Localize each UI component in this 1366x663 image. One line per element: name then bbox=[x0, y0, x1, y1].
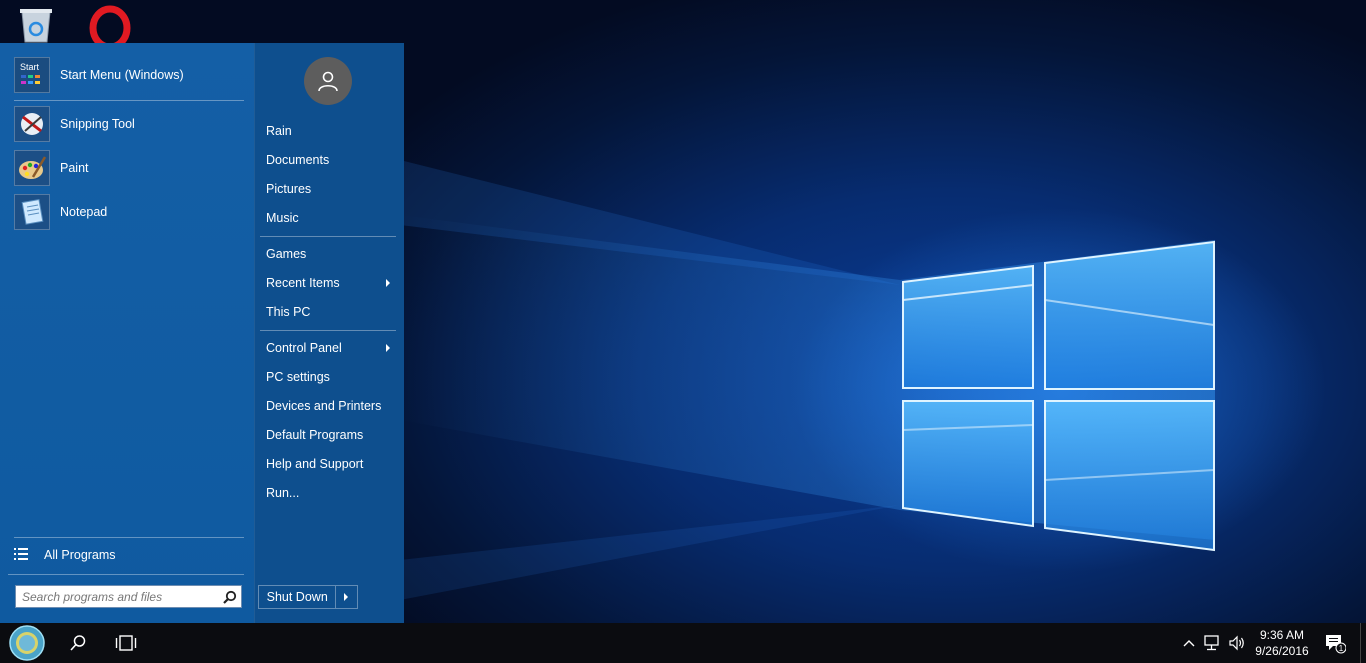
menu-item-run[interactable]: Run... bbox=[260, 481, 396, 505]
taskbar: 9:36 AM 9/26/2016 1 bbox=[0, 623, 1366, 663]
shutdown-options-button[interactable] bbox=[335, 586, 357, 608]
paint-icon bbox=[14, 150, 50, 186]
pinned-paint[interactable]: Paint bbox=[14, 150, 246, 186]
pinned-notepad[interactable]: Notepad bbox=[14, 194, 246, 230]
search-separator bbox=[8, 574, 244, 575]
search-taskbar-button[interactable] bbox=[60, 623, 96, 663]
menu-item-help-and-support[interactable]: Help and Support bbox=[260, 452, 396, 476]
pinned-app-label: Snipping Tool bbox=[60, 117, 135, 131]
search-icon bbox=[70, 635, 86, 651]
submenu-arrow-icon bbox=[386, 279, 390, 287]
pinned-start-menu-windows[interactable]: Start Start Menu (Windows) bbox=[14, 57, 246, 93]
recycle-bin-icon[interactable] bbox=[14, 4, 58, 44]
task-view-button[interactable] bbox=[108, 623, 144, 663]
start-menu-app-icon: Start bbox=[14, 57, 50, 93]
places-separator-1 bbox=[260, 236, 396, 237]
clock-time: 9:36 AM bbox=[1259, 628, 1305, 642]
menu-item-pc-settings[interactable]: PC settings bbox=[260, 365, 396, 389]
clock-date: 9/26/2016 bbox=[1255, 644, 1309, 658]
menu-item-documents[interactable]: Documents bbox=[260, 148, 396, 172]
search-box bbox=[15, 585, 242, 608]
menu-item-control-panel[interactable]: Control Panel bbox=[260, 336, 396, 360]
start-menu-app-icon-text: Start bbox=[20, 62, 40, 72]
menu-item-default-programs[interactable]: Default Programs bbox=[260, 423, 396, 447]
places-separator-2 bbox=[260, 330, 396, 331]
all-programs-label: All Programs bbox=[44, 548, 116, 562]
menu-item-games[interactable]: Games bbox=[260, 242, 396, 266]
search-button[interactable] bbox=[219, 586, 241, 607]
taskbar-clock[interactable]: 9:36 AM 9/26/2016 bbox=[1250, 627, 1314, 659]
pinned-separator bbox=[14, 100, 244, 101]
all-programs-separator bbox=[14, 537, 244, 538]
menu-item-label: Default Programs bbox=[266, 428, 364, 442]
menu-item-label: Help and Support bbox=[266, 457, 364, 471]
show-desktop-button[interactable] bbox=[1360, 623, 1361, 663]
all-programs-button[interactable]: All Programs bbox=[14, 543, 244, 567]
pinned-app-label: Paint bbox=[60, 161, 89, 175]
menu-item-music[interactable]: Music bbox=[260, 206, 396, 230]
menu-item-label: Run... bbox=[266, 486, 300, 500]
pinned-app-label: Notepad bbox=[60, 205, 108, 219]
menu-item-pictures[interactable]: Pictures bbox=[260, 177, 396, 201]
volume-icon[interactable] bbox=[1226, 623, 1248, 663]
submenu-arrow-icon bbox=[386, 344, 390, 352]
start-menu: Start Start Menu (Windows) Snipping Tool bbox=[0, 43, 404, 623]
search-input[interactable] bbox=[20, 586, 219, 607]
snipping-tool-icon bbox=[14, 106, 50, 142]
menu-item-rain[interactable]: Rain bbox=[260, 119, 396, 143]
notepad-icon bbox=[14, 194, 50, 230]
menu-item-label: Recent Items bbox=[266, 276, 340, 290]
menu-item-label: Music bbox=[266, 211, 299, 225]
menu-item-label: Documents bbox=[266, 153, 330, 167]
pinned-snipping-tool[interactable]: Snipping Tool bbox=[14, 106, 246, 142]
menu-item-recent-items[interactable]: Recent Items bbox=[260, 271, 396, 295]
menu-item-label: PC settings bbox=[266, 370, 330, 384]
list-icon bbox=[14, 547, 28, 563]
network-icon[interactable] bbox=[1202, 623, 1224, 663]
start-orb-icon bbox=[9, 625, 45, 661]
menu-item-devices-and-printers[interactable]: Devices and Printers bbox=[260, 394, 396, 418]
user-avatar[interactable] bbox=[304, 57, 352, 105]
notification-count-badge: 1 bbox=[1339, 644, 1344, 653]
start-button[interactable] bbox=[4, 623, 50, 663]
menu-item-label: Rain bbox=[266, 124, 292, 138]
chevron-up-icon[interactable] bbox=[1178, 623, 1200, 663]
menu-item-label: This PC bbox=[266, 305, 311, 319]
menu-item-label: Games bbox=[266, 247, 307, 261]
menu-item-label: Control Panel bbox=[266, 341, 342, 355]
shutdown-button[interactable]: Shut Down bbox=[259, 586, 335, 608]
menu-item-this-pc[interactable]: This PC bbox=[260, 300, 396, 324]
menu-item-label: Pictures bbox=[266, 182, 312, 196]
task-view-icon bbox=[115, 635, 137, 651]
search-icon bbox=[223, 590, 237, 604]
user-icon bbox=[318, 71, 338, 92]
shutdown-control: Shut Down bbox=[258, 585, 358, 609]
notification-center-icon[interactable]: 1 bbox=[1320, 623, 1350, 663]
menu-item-label: Devices and Printers bbox=[266, 399, 382, 413]
pinned-app-label: Start Menu (Windows) bbox=[60, 68, 184, 82]
opera-icon[interactable] bbox=[88, 4, 132, 44]
